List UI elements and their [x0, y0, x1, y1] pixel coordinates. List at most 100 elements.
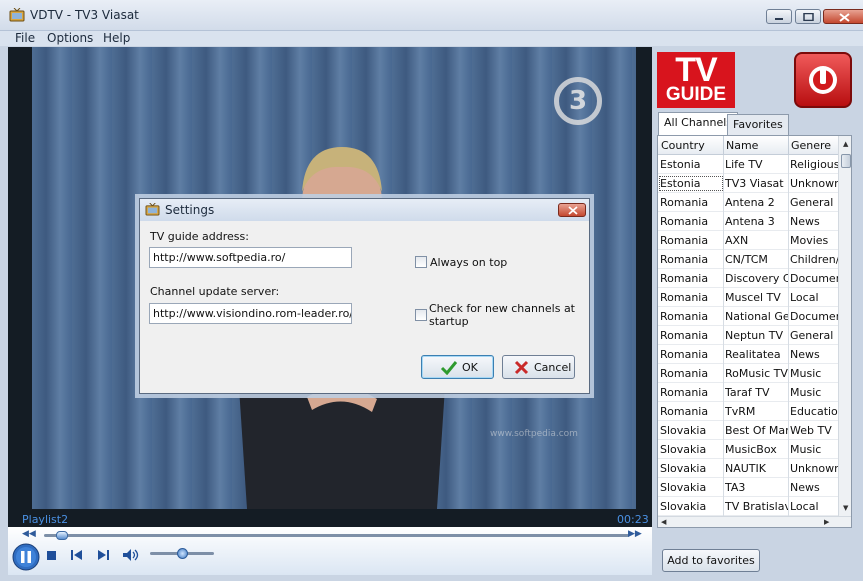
table-row[interactable]: Romania Antena 3 News: [658, 212, 838, 231]
table-cell: Documen: [790, 310, 838, 323]
table-cell: Best Of Mark: [725, 424, 788, 437]
table-row[interactable]: Slovakia NAUTIK Unknown: [658, 459, 838, 478]
table-cell: Discovery Ch: [725, 272, 788, 285]
table-cell: National Geo: [725, 310, 788, 323]
volume-icon[interactable]: [122, 548, 140, 562]
tv-guide-logo: TV GUIDE: [657, 52, 735, 108]
scroll-left-icon[interactable]: ◀: [661, 518, 666, 526]
table-cell: RoMusic TV: [725, 367, 788, 380]
table-cell: Slovakia: [660, 443, 707, 456]
table-cell: News: [790, 481, 820, 494]
channel-rows: Estonia Life TV Religious Estonia TV3 Viasat…: [658, 155, 838, 527]
table-cell: Estonia: [660, 158, 701, 171]
table-row[interactable]: Estonia Life TV Religious: [658, 155, 838, 174]
dialog-title: Settings: [165, 203, 215, 217]
table-cell: Taraf TV: [725, 386, 770, 399]
update-server-label: Channel update server:: [150, 285, 280, 298]
vertical-scrollbar[interactable]: ▲ ▼: [838, 136, 851, 516]
table-cell: Muscel TV: [725, 291, 781, 304]
table-cell: Romania: [660, 291, 709, 304]
table-cell: Slovakia: [660, 462, 707, 475]
table-row[interactable]: Slovakia Best Of MarkWeb TV: [658, 421, 838, 440]
column-name[interactable]: Name: [726, 139, 758, 152]
table-row[interactable]: Romania National GeoDocumen: [658, 307, 838, 326]
dialog-close-button[interactable]: [558, 203, 586, 217]
table-cell: News: [790, 348, 820, 361]
scroll-down-icon[interactable]: ▼: [843, 504, 848, 512]
table-cell: Children/: [790, 253, 838, 266]
table-cell: Web TV: [790, 424, 832, 437]
horizontal-scrollbar[interactable]: ◀ ▶: [658, 516, 851, 527]
minimize-icon: [775, 18, 783, 20]
cancel-x-icon: [514, 360, 529, 375]
window-title: VDTV - TV3 Viasat: [30, 8, 139, 22]
table-row[interactable]: Slovakia MusicBox Music: [658, 440, 838, 459]
maximize-button[interactable]: [795, 9, 821, 24]
table-row[interactable]: Romania Antena 2 General: [658, 193, 838, 212]
table-cell: MusicBox: [725, 443, 777, 456]
table-row[interactable]: Romania Discovery ChDocumen: [658, 269, 838, 288]
volume-thumb[interactable]: [177, 548, 188, 559]
update-server-input[interactable]: http://www.visiondino.rom-leader.ro/VDT: [149, 303, 352, 324]
scroll-thumb[interactable]: [841, 154, 851, 168]
add-to-favorites-button[interactable]: Add to favorites: [662, 549, 760, 572]
scroll-up-icon[interactable]: ▲: [843, 140, 848, 148]
table-cell: TV Bratislava: [725, 500, 788, 513]
table-row[interactable]: Slovakia TV BratislavaLocal: [658, 497, 838, 516]
stop-icon[interactable]: [46, 550, 58, 562]
table-row[interactable]: Romania Taraf TV Music: [658, 383, 838, 402]
ok-button[interactable]: OK: [421, 355, 494, 379]
table-cell: Romania: [660, 196, 709, 209]
table-cell: Unknown: [790, 177, 838, 190]
menu-help[interactable]: Help: [103, 31, 130, 45]
table-cell: Romania: [660, 310, 709, 323]
table-row[interactable]: Romania Realitatea News: [658, 345, 838, 364]
title-bar: VDTV - TV3 Viasat: [0, 0, 863, 31]
power-button[interactable]: [794, 52, 852, 108]
seek-forward-icon[interactable]: ▶▶: [628, 529, 642, 539]
tv-app-icon: [9, 8, 25, 22]
table-row[interactable]: Romania Neptun TV General: [658, 326, 838, 345]
table-cell: Romania: [660, 234, 709, 247]
tab-favorites[interactable]: Favorites: [727, 114, 789, 135]
pause-button[interactable]: [12, 543, 40, 571]
seek-bar[interactable]: [44, 534, 629, 537]
table-row[interactable]: Romania CN/TCM Children/: [658, 250, 838, 269]
table-row[interactable]: Estonia TV3 Viasat Unknown: [658, 174, 838, 193]
table-cell: Life TV: [725, 158, 763, 171]
always-on-top-checkbox[interactable]: [415, 256, 427, 268]
table-cell: News: [790, 215, 820, 228]
cancel-button[interactable]: Cancel: [502, 355, 575, 379]
menu-options[interactable]: Options: [47, 31, 93, 45]
always-on-top-label: Always on top: [430, 256, 508, 269]
table-row[interactable]: Romania RoMusic TV Music: [658, 364, 838, 383]
tv-app-icon: [145, 203, 160, 216]
seek-thumb[interactable]: [55, 531, 68, 540]
settings-dialog: Settings TV guide address: http://www.so…: [139, 198, 590, 394]
seek-back-icon[interactable]: ◀◀: [22, 529, 36, 539]
table-cell: TV3 Viasat: [725, 177, 784, 190]
table-row[interactable]: Romania AXN Movies: [658, 231, 838, 250]
table-row[interactable]: Slovakia TA3 News: [658, 478, 838, 497]
table-cell: Romania: [660, 253, 709, 266]
minimize-button[interactable]: [766, 9, 792, 24]
menu-bar: File Options Help: [0, 31, 863, 46]
table-cell: Antena 3: [725, 215, 775, 228]
menu-file[interactable]: File: [15, 31, 35, 45]
guide-address-input[interactable]: http://www.softpedia.ro/: [149, 247, 352, 268]
check-new-channels-checkbox[interactable]: [415, 309, 427, 321]
previous-icon[interactable]: [70, 549, 84, 561]
table-row[interactable]: Romania TvRM Education: [658, 402, 838, 421]
table-cell: Romania: [660, 329, 709, 342]
maximize-icon: [803, 13, 814, 21]
table-cell: CN/TCM: [725, 253, 768, 266]
next-icon[interactable]: [96, 549, 110, 561]
table-cell: Religious: [790, 158, 838, 171]
table-cell: Neptun TV: [725, 329, 783, 342]
column-genre[interactable]: Genere: [791, 139, 831, 152]
close-button[interactable]: [823, 9, 863, 24]
scroll-right-icon[interactable]: ▶: [824, 518, 829, 526]
table-row[interactable]: Romania Muscel TV Local: [658, 288, 838, 307]
close-icon: [839, 13, 850, 22]
column-country[interactable]: Country: [661, 139, 705, 152]
